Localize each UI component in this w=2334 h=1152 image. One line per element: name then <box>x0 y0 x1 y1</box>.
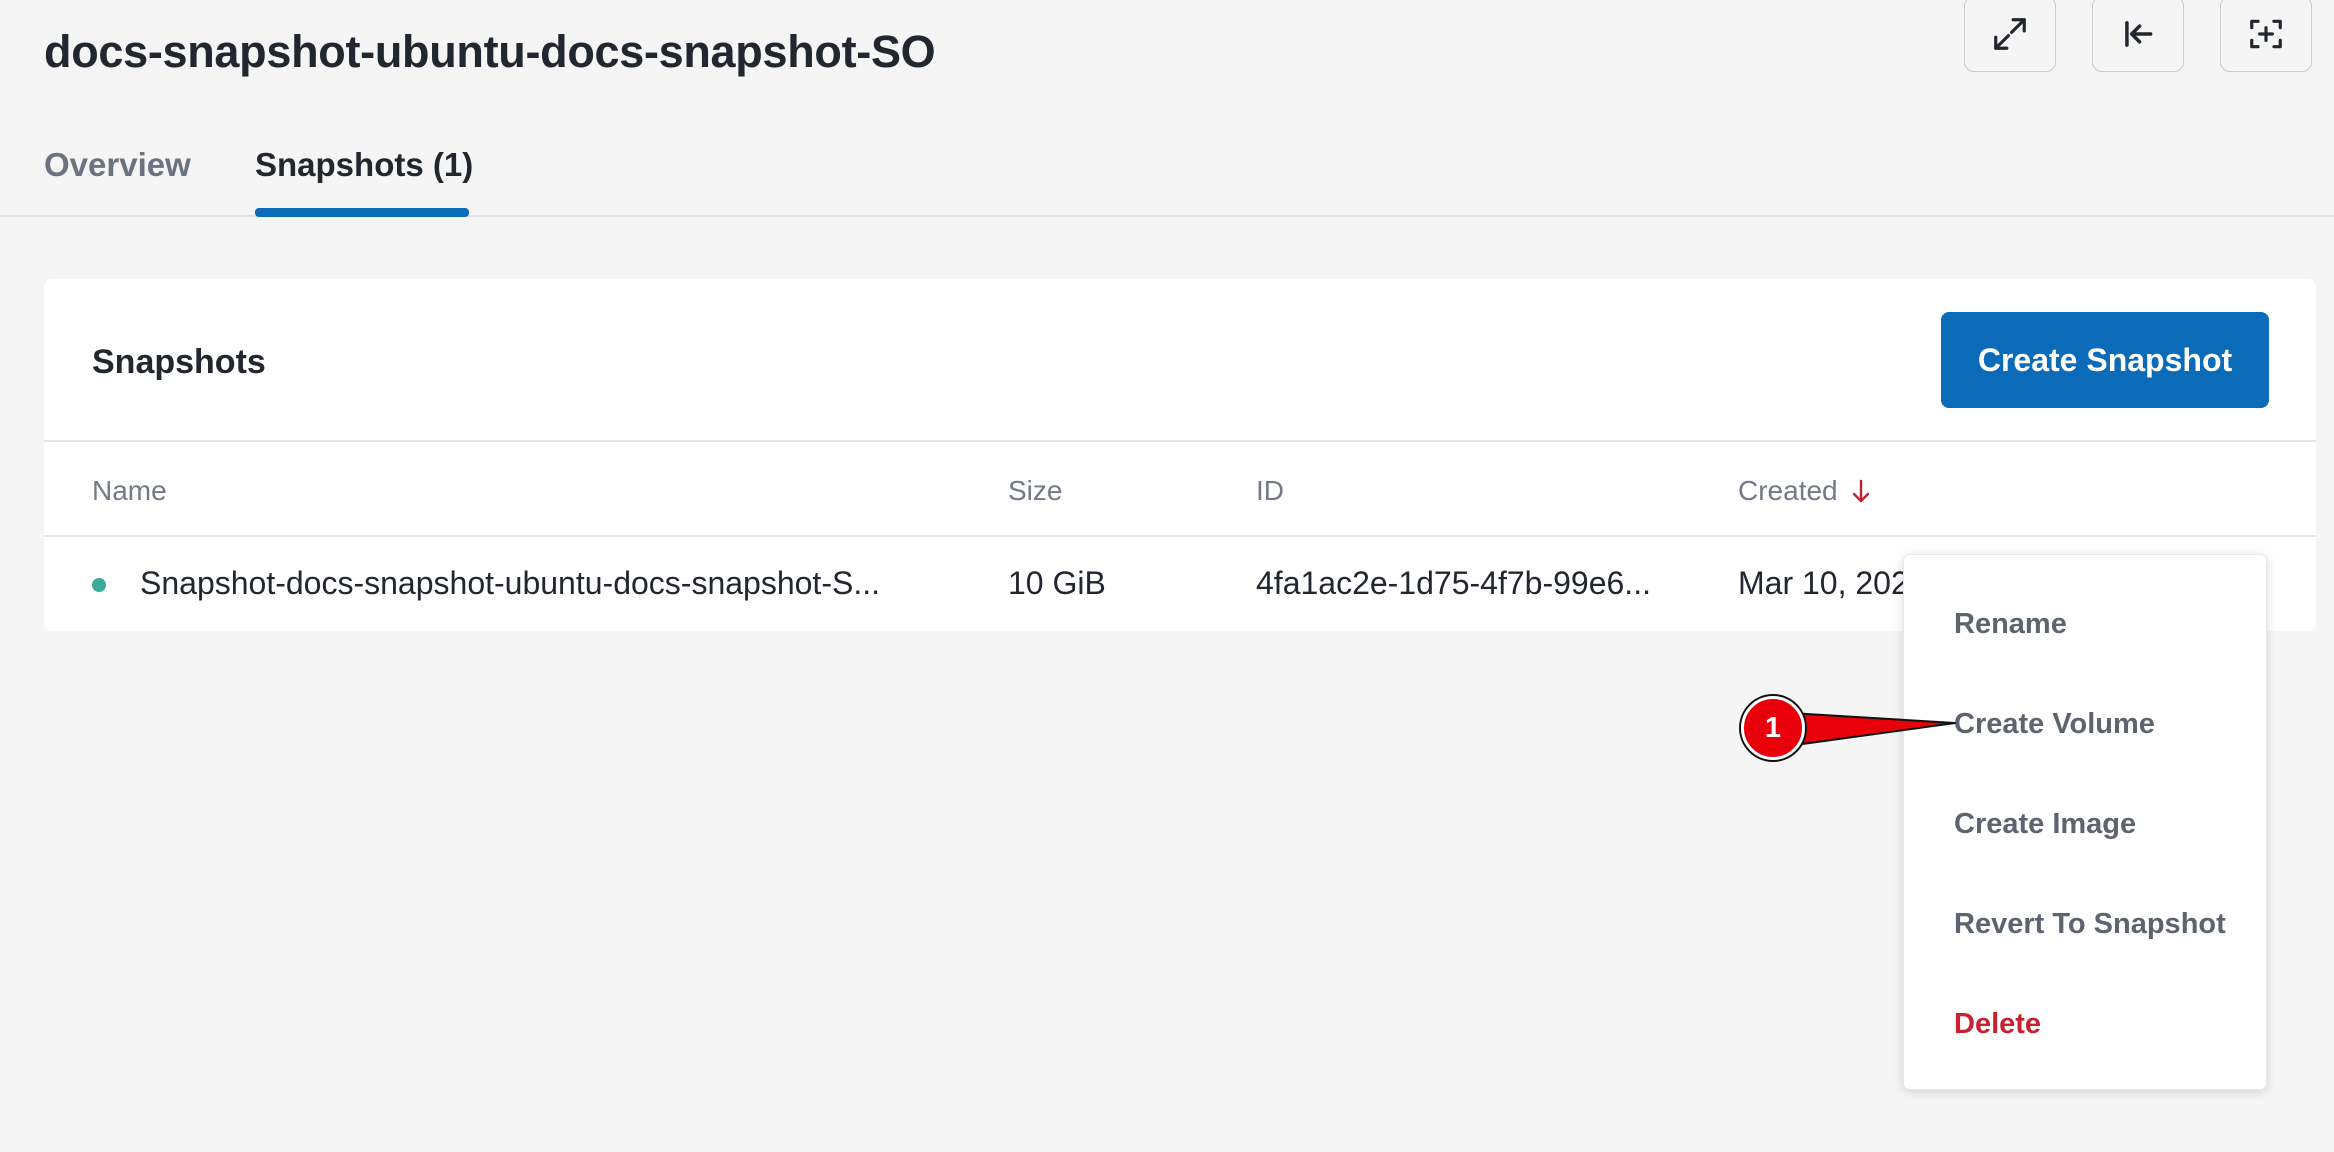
table-top-divider <box>44 440 2316 442</box>
column-header-id[interactable]: ID <box>1256 471 1284 511</box>
column-header-created[interactable]: Created <box>1738 471 1838 511</box>
column-header-size[interactable]: Size <box>1008 471 1062 511</box>
snapshot-size: 10 GiB <box>1008 565 1106 601</box>
menu-item-revert-to-snapshot[interactable]: Revert To Snapshot <box>1904 894 2266 954</box>
collapse-left-icon <box>2125 21 2153 47</box>
column-header-name[interactable]: Name <box>92 471 167 511</box>
card-title: Snapshots <box>92 343 266 381</box>
collapse-panel-button[interactable] <box>2092 0 2184 72</box>
step-badge: 1 <box>1741 696 1805 760</box>
snapshot-name[interactable]: Snapshot-docs-snapshot-ubuntu-docs-snaps… <box>140 561 880 605</box>
menu-item-rename[interactable]: Rename <box>1904 594 2266 654</box>
snapshot-created: Mar 10, 202 <box>1738 565 1909 601</box>
add-frame-button[interactable] <box>2220 0 2312 72</box>
table-header-divider <box>44 535 2316 537</box>
snapshot-id: 4fa1ac2e-1d75-4f7b-99e6... <box>1256 565 1651 601</box>
expand-button[interactable] <box>1964 0 2056 72</box>
arrow-down-icon[interactable] <box>1850 474 1872 508</box>
tab-overview[interactable]: Overview <box>44 140 191 190</box>
page-title: docs-snapshot-ubuntu-docs-snapshot-SO <box>44 26 936 77</box>
create-snapshot-button[interactable]: Create Snapshot <box>1941 312 2269 408</box>
expand-icon <box>1994 18 2026 50</box>
status-dot <box>92 578 106 592</box>
menu-item-delete[interactable]: Delete <box>1904 994 2266 1054</box>
active-tab-indicator <box>255 208 469 217</box>
menu-item-create-image[interactable]: Create Image <box>1904 794 2266 854</box>
add-frame-icon <box>2250 19 2282 49</box>
tab-snapshots[interactable]: Snapshots (1) <box>255 140 473 190</box>
snapshot-actions-menu: Rename Create Volume Create Image Revert… <box>1903 554 2267 1090</box>
